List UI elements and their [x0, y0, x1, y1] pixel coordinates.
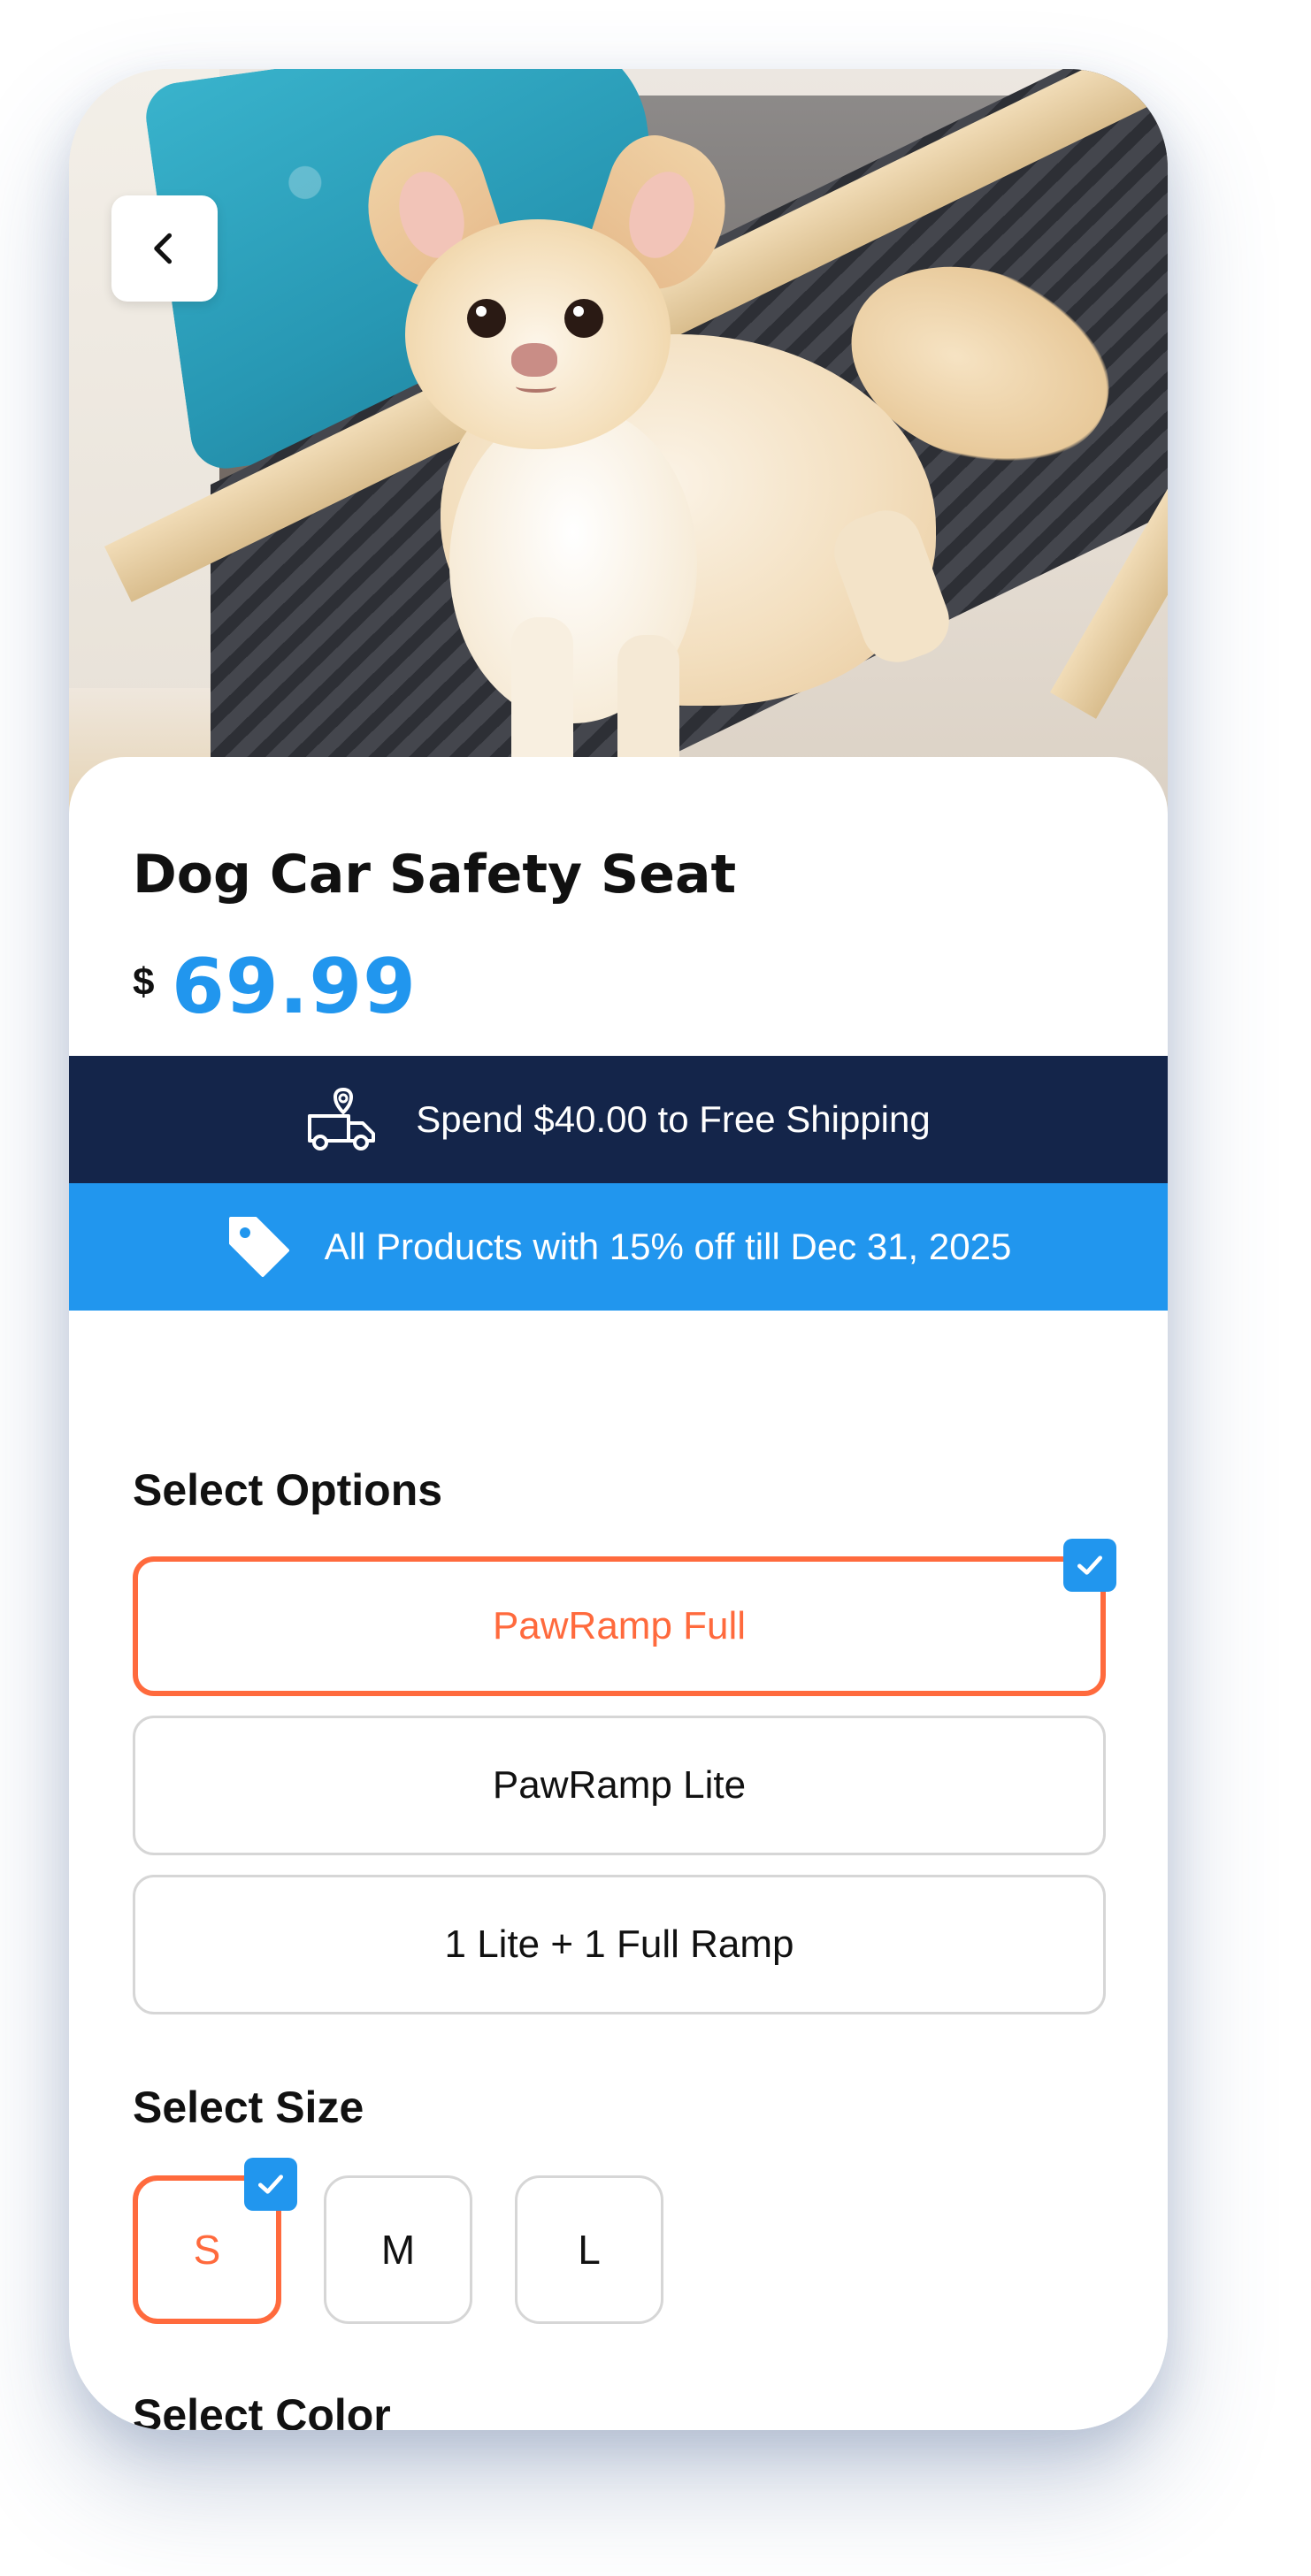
- size-m-button[interactable]: M: [324, 2175, 472, 2324]
- product-price: 69.99: [172, 943, 418, 1031]
- product-details-sheet: Dog Car Safety Seat $ 69.99 Spend $40.00…: [69, 757, 1168, 2430]
- free-shipping-banner: Spend $40.00 to Free Shipping: [69, 1056, 1168, 1183]
- product-title: Dog Car Safety Seat: [133, 844, 737, 906]
- size-selected-check: [244, 2158, 297, 2211]
- checkmark-icon: [1077, 1556, 1102, 1575]
- back-button[interactable]: [111, 195, 218, 302]
- select-options-label: Select Options: [133, 1465, 443, 1515]
- size-l-button[interactable]: L: [515, 2175, 663, 2324]
- checkmark-icon: [258, 2175, 283, 2194]
- option-pawramp-lite[interactable]: PawRamp Lite: [133, 1716, 1106, 1855]
- dog-illustration: [69, 69, 1168, 865]
- option-lite-plus-full[interactable]: 1 Lite + 1 Full Ramp: [133, 1875, 1106, 2014]
- promo-text: All Products with 15% off till Dec 31, 2…: [324, 1226, 1012, 1267]
- size-label: S: [193, 2227, 221, 2273]
- phone-frame: Dog Car Safety Seat $ 69.99 Spend $40.00…: [69, 69, 1168, 2430]
- product-photo: [69, 69, 1168, 865]
- size-selector: S M L: [133, 2175, 752, 2326]
- option-label: 1 Lite + 1 Full Ramp: [444, 1922, 794, 1966]
- price-currency: $: [133, 960, 155, 1004]
- select-size-label: Select Size: [133, 2083, 364, 2132]
- option-pawramp-full[interactable]: PawRamp Full: [133, 1556, 1106, 1696]
- option-selected-check: [1063, 1539, 1116, 1592]
- delivery-truck-location-icon: [306, 1086, 384, 1153]
- promo-banner: All Products with 15% off till Dec 31, 2…: [69, 1183, 1168, 1311]
- chevron-left-icon: [154, 233, 172, 264]
- price-tag-icon: [226, 1213, 293, 1280]
- size-label: M: [380, 2227, 416, 2273]
- select-color-label: Select Color: [133, 2390, 391, 2430]
- option-label: PawRamp Full: [492, 1604, 747, 1647]
- size-label: L: [578, 2227, 601, 2273]
- option-label: PawRamp Lite: [492, 1763, 747, 1807]
- free-shipping-text: Spend $40.00 to Free Shipping: [416, 1098, 931, 1140]
